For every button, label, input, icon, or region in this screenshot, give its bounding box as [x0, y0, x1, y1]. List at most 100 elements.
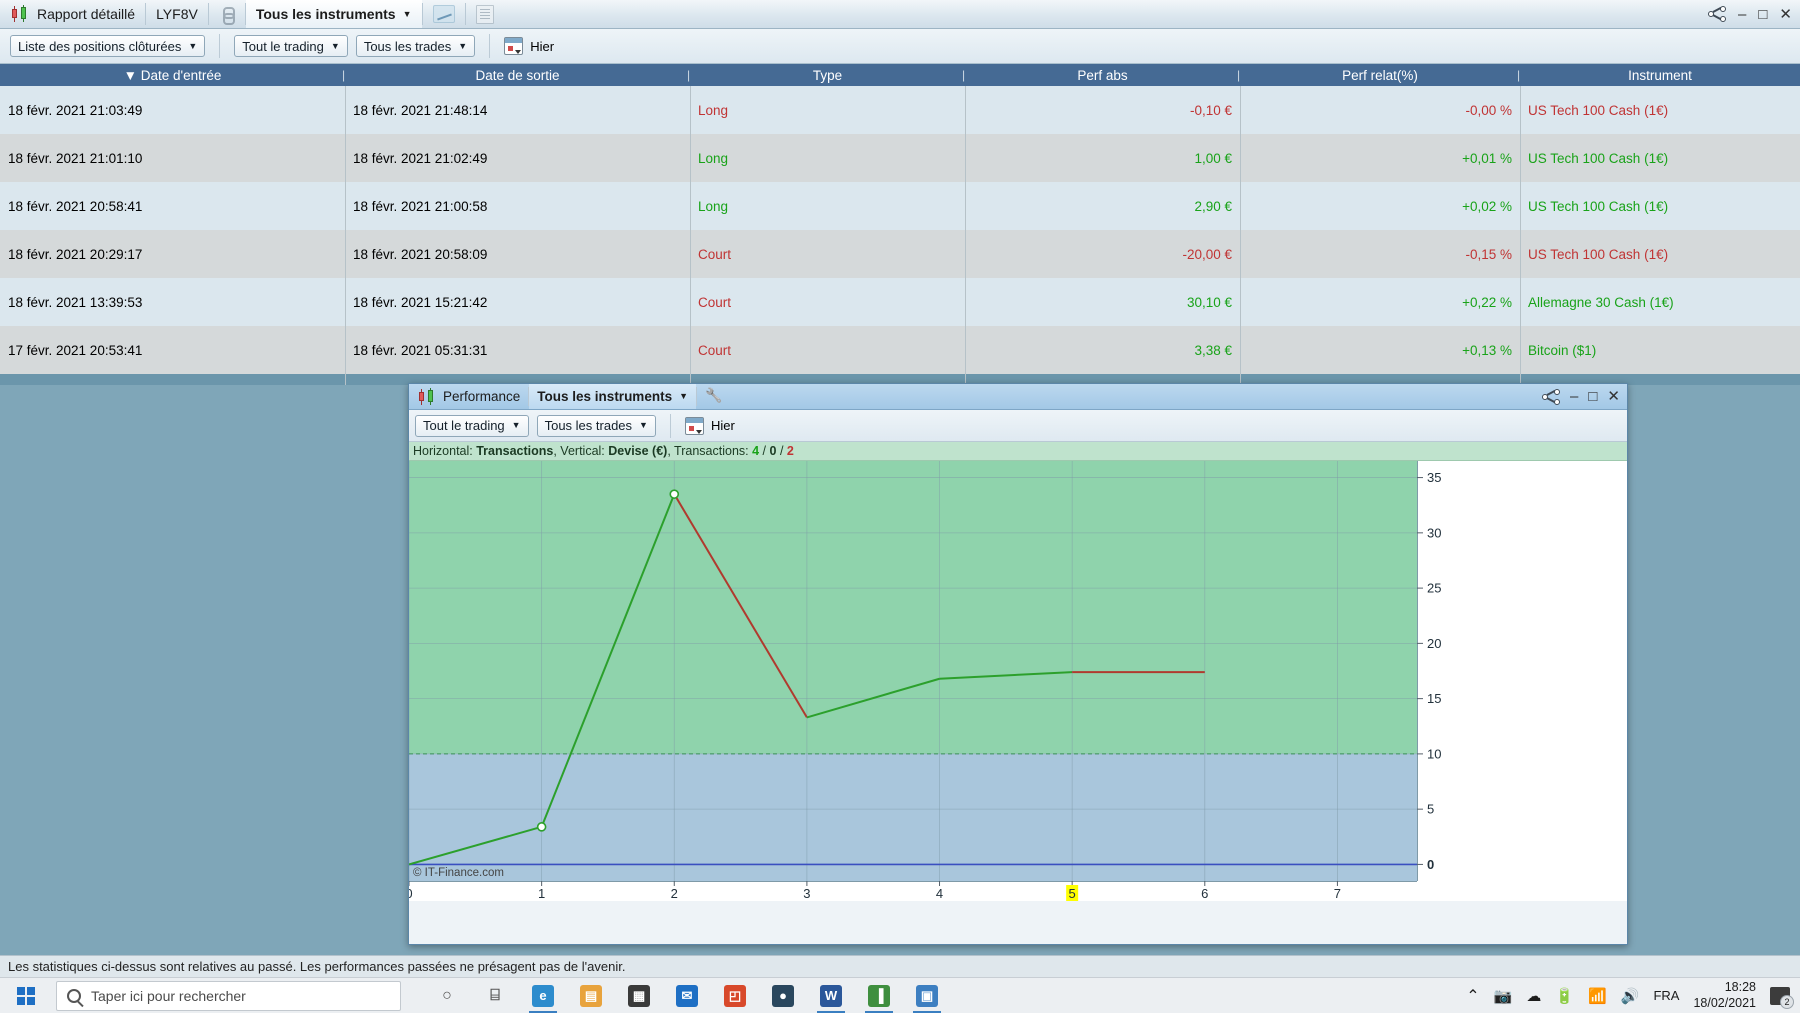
task-view-button[interactable]: ⌸ — [471, 978, 519, 1013]
steam-button[interactable]: ● — [759, 978, 807, 1013]
table-row[interactable]: 18 févr. 2021 20:29:17 18 févr. 2021 20:… — [0, 230, 1800, 278]
wifi-icon[interactable]: 📶 — [1588, 987, 1607, 1005]
chart-data-point-marker[interactable] — [670, 490, 678, 498]
cell-exit-date: 18 févr. 2021 15:21:42 — [345, 295, 690, 310]
volume-icon[interactable]: 🔊 — [1621, 987, 1640, 1005]
titlebar-item-account-id[interactable]: LYF8V — [146, 0, 208, 28]
close-button[interactable]: ✕ — [1779, 7, 1792, 22]
photos-button[interactable]: ▣ — [903, 978, 951, 1013]
trading-filter-dropdown[interactable]: Tout le trading ▼ — [234, 35, 348, 57]
minimize-button[interactable]: – — [1570, 389, 1578, 404]
table-row[interactable]: 18 févr. 2021 21:03:49 18 févr. 2021 21:… — [0, 86, 1800, 134]
chart-trading-filter-dropdown[interactable]: Tout le trading ▼ — [415, 415, 529, 437]
store-button[interactable]: ▦ — [615, 978, 663, 1013]
performance-line-chart[interactable] — [409, 461, 1417, 881]
trades-filter-dropdown[interactable]: Tous les trades ▼ — [356, 35, 475, 57]
cell-type: Long — [690, 103, 965, 118]
chart-data-point-marker[interactable] — [538, 823, 546, 831]
performance-window-controls: – □ ✕ — [1542, 384, 1627, 409]
info-draws: 0 — [770, 444, 777, 458]
close-button[interactable]: ✕ — [1607, 389, 1620, 404]
cell-entry-date: 17 févr. 2021 20:53:41 — [0, 343, 345, 358]
column-header-perf-rel[interactable]: Perf relat(%) — [1240, 68, 1520, 83]
chart-settings-button[interactable] — [697, 384, 729, 409]
chart-trading-filter-label: Tout le trading — [423, 418, 505, 433]
candlestick-icon — [10, 5, 30, 23]
y-axis-tick-label: 10 — [1427, 746, 1441, 761]
info-sep-2: / — [780, 444, 783, 458]
duplicate-button[interactable] — [466, 0, 504, 28]
cortana-button[interactable]: ○ — [423, 978, 471, 1013]
link-toggle-button[interactable] — [209, 0, 245, 28]
maximize-button[interactable]: □ — [1588, 389, 1597, 404]
column-header-perf-abs[interactable]: Perf abs — [965, 68, 1240, 83]
performance-toolbar: Tout le trading ▼ Tous les trades ▼ Hier — [409, 410, 1627, 442]
y-axis-tick-label: 25 — [1427, 581, 1441, 596]
language-indicator[interactable]: FRA — [1653, 988, 1679, 1003]
prorealtime-button[interactable]: ▐ — [855, 978, 903, 1013]
chart-trades-filter-dropdown[interactable]: Tous les trades ▼ — [537, 415, 656, 437]
mail-button[interactable]: ✉ — [663, 978, 711, 1013]
chart-y-axis: 05101520253035 — [1417, 461, 1477, 901]
y-axis-tick-label: 0 — [1427, 857, 1434, 872]
y-axis-tick-label: 15 — [1427, 691, 1441, 706]
chart-plot-area[interactable]: 05101520253035 01234567 © IT-Finance.com — [409, 461, 1627, 901]
trades-filter-label: Tous les trades — [364, 39, 451, 54]
show-hidden-icons-icon[interactable]: ⌃ — [1466, 986, 1479, 1006]
performance-tab[interactable]: Performance — [409, 384, 528, 409]
maximize-button[interactable]: □ — [1758, 7, 1767, 22]
info-losses: 2 — [787, 444, 794, 458]
onedrive-error-icon[interactable]: ☁ — [1526, 987, 1541, 1005]
chart-date-range-button[interactable]: Hier — [685, 417, 735, 435]
instrument-selector[interactable]: Tous les instruments ▼ — [246, 0, 422, 28]
table-row[interactable]: 18 févr. 2021 13:39:53 18 févr. 2021 15:… — [0, 278, 1800, 326]
titlebar-label-rapport: Rapport détaillé — [37, 6, 135, 22]
column-header-entry-date[interactable]: ▼ Date d'entrée — [0, 68, 345, 83]
camera-icon[interactable]: 📷 — [1494, 987, 1513, 1005]
cell-perf-rel: +0,22 % — [1240, 295, 1520, 310]
column-header-exit-date[interactable]: Date de sortie — [345, 68, 690, 83]
new-chart-button[interactable] — [423, 0, 465, 28]
column-header-instrument[interactable]: Instrument — [1520, 68, 1800, 83]
cell-entry-date: 18 févr. 2021 21:03:49 — [0, 103, 345, 118]
battery-icon[interactable]: 🔋 — [1555, 987, 1574, 1005]
file-explorer-button[interactable]: ▤ — [567, 978, 615, 1013]
column-divider — [690, 86, 691, 385]
window-controls: – □ ✕ — [1708, 0, 1800, 28]
photos-icon: ▣ — [916, 985, 938, 1007]
chevron-down-icon: ▼ — [331, 42, 340, 51]
search-icon — [67, 989, 81, 1003]
notification-count-badge: 2 — [1780, 995, 1794, 1009]
share-icon[interactable] — [1708, 6, 1726, 22]
x-axis-background — [409, 881, 1417, 901]
chevron-down-icon: ▼ — [458, 42, 467, 51]
chart-instrument-selector[interactable]: Tous les instruments ▼ — [529, 384, 696, 409]
office-button[interactable]: ◰ — [711, 978, 759, 1013]
position-list-dropdown[interactable]: Liste des positions clôturées ▼ — [10, 35, 205, 57]
cell-exit-date: 18 févr. 2021 21:00:58 — [345, 199, 690, 214]
table-row[interactable]: 18 févr. 2021 21:01:10 18 févr. 2021 21:… — [0, 134, 1800, 182]
edge-button[interactable]: e — [519, 978, 567, 1013]
minimize-button[interactable]: – — [1738, 7, 1746, 22]
chart-info-bar: Horizontal: Transactions, Vertical: Devi… — [409, 442, 1627, 461]
table-row[interactable]: 17 févr. 2021 20:53:41 18 févr. 2021 05:… — [0, 326, 1800, 374]
cell-instrument: US Tech 100 Cash (1€) — [1520, 103, 1800, 118]
chart-instrument-selector-label: Tous les instruments — [537, 389, 672, 404]
taskbar-clock[interactable]: 18:28 18/02/2021 — [1693, 980, 1756, 1011]
notification-center-icon[interactable]: 2 — [1770, 987, 1790, 1005]
chart-band-above — [409, 461, 1417, 754]
column-header-type[interactable]: Type — [690, 68, 965, 83]
cell-entry-date: 18 févr. 2021 21:01:10 — [0, 151, 345, 166]
share-icon[interactable] — [1542, 389, 1560, 405]
x-axis-tick-label: 3 — [803, 886, 810, 901]
steam-icon: ● — [772, 985, 794, 1007]
titlebar-item-rapport-detaille[interactable]: Rapport détaillé — [0, 0, 145, 28]
column-header-entry-date-label: Date d'entrée — [141, 68, 222, 83]
chevron-down-icon: ▼ — [188, 42, 197, 51]
word-button[interactable]: W — [807, 978, 855, 1013]
taskbar-search-input[interactable]: Taper ici pour rechercher — [56, 981, 401, 1011]
date-range-button[interactable]: Hier — [504, 37, 554, 55]
start-button[interactable] — [0, 978, 52, 1013]
table-row[interactable]: 18 févr. 2021 20:58:41 18 févr. 2021 21:… — [0, 182, 1800, 230]
date-filter-label: Hier — [530, 39, 554, 54]
